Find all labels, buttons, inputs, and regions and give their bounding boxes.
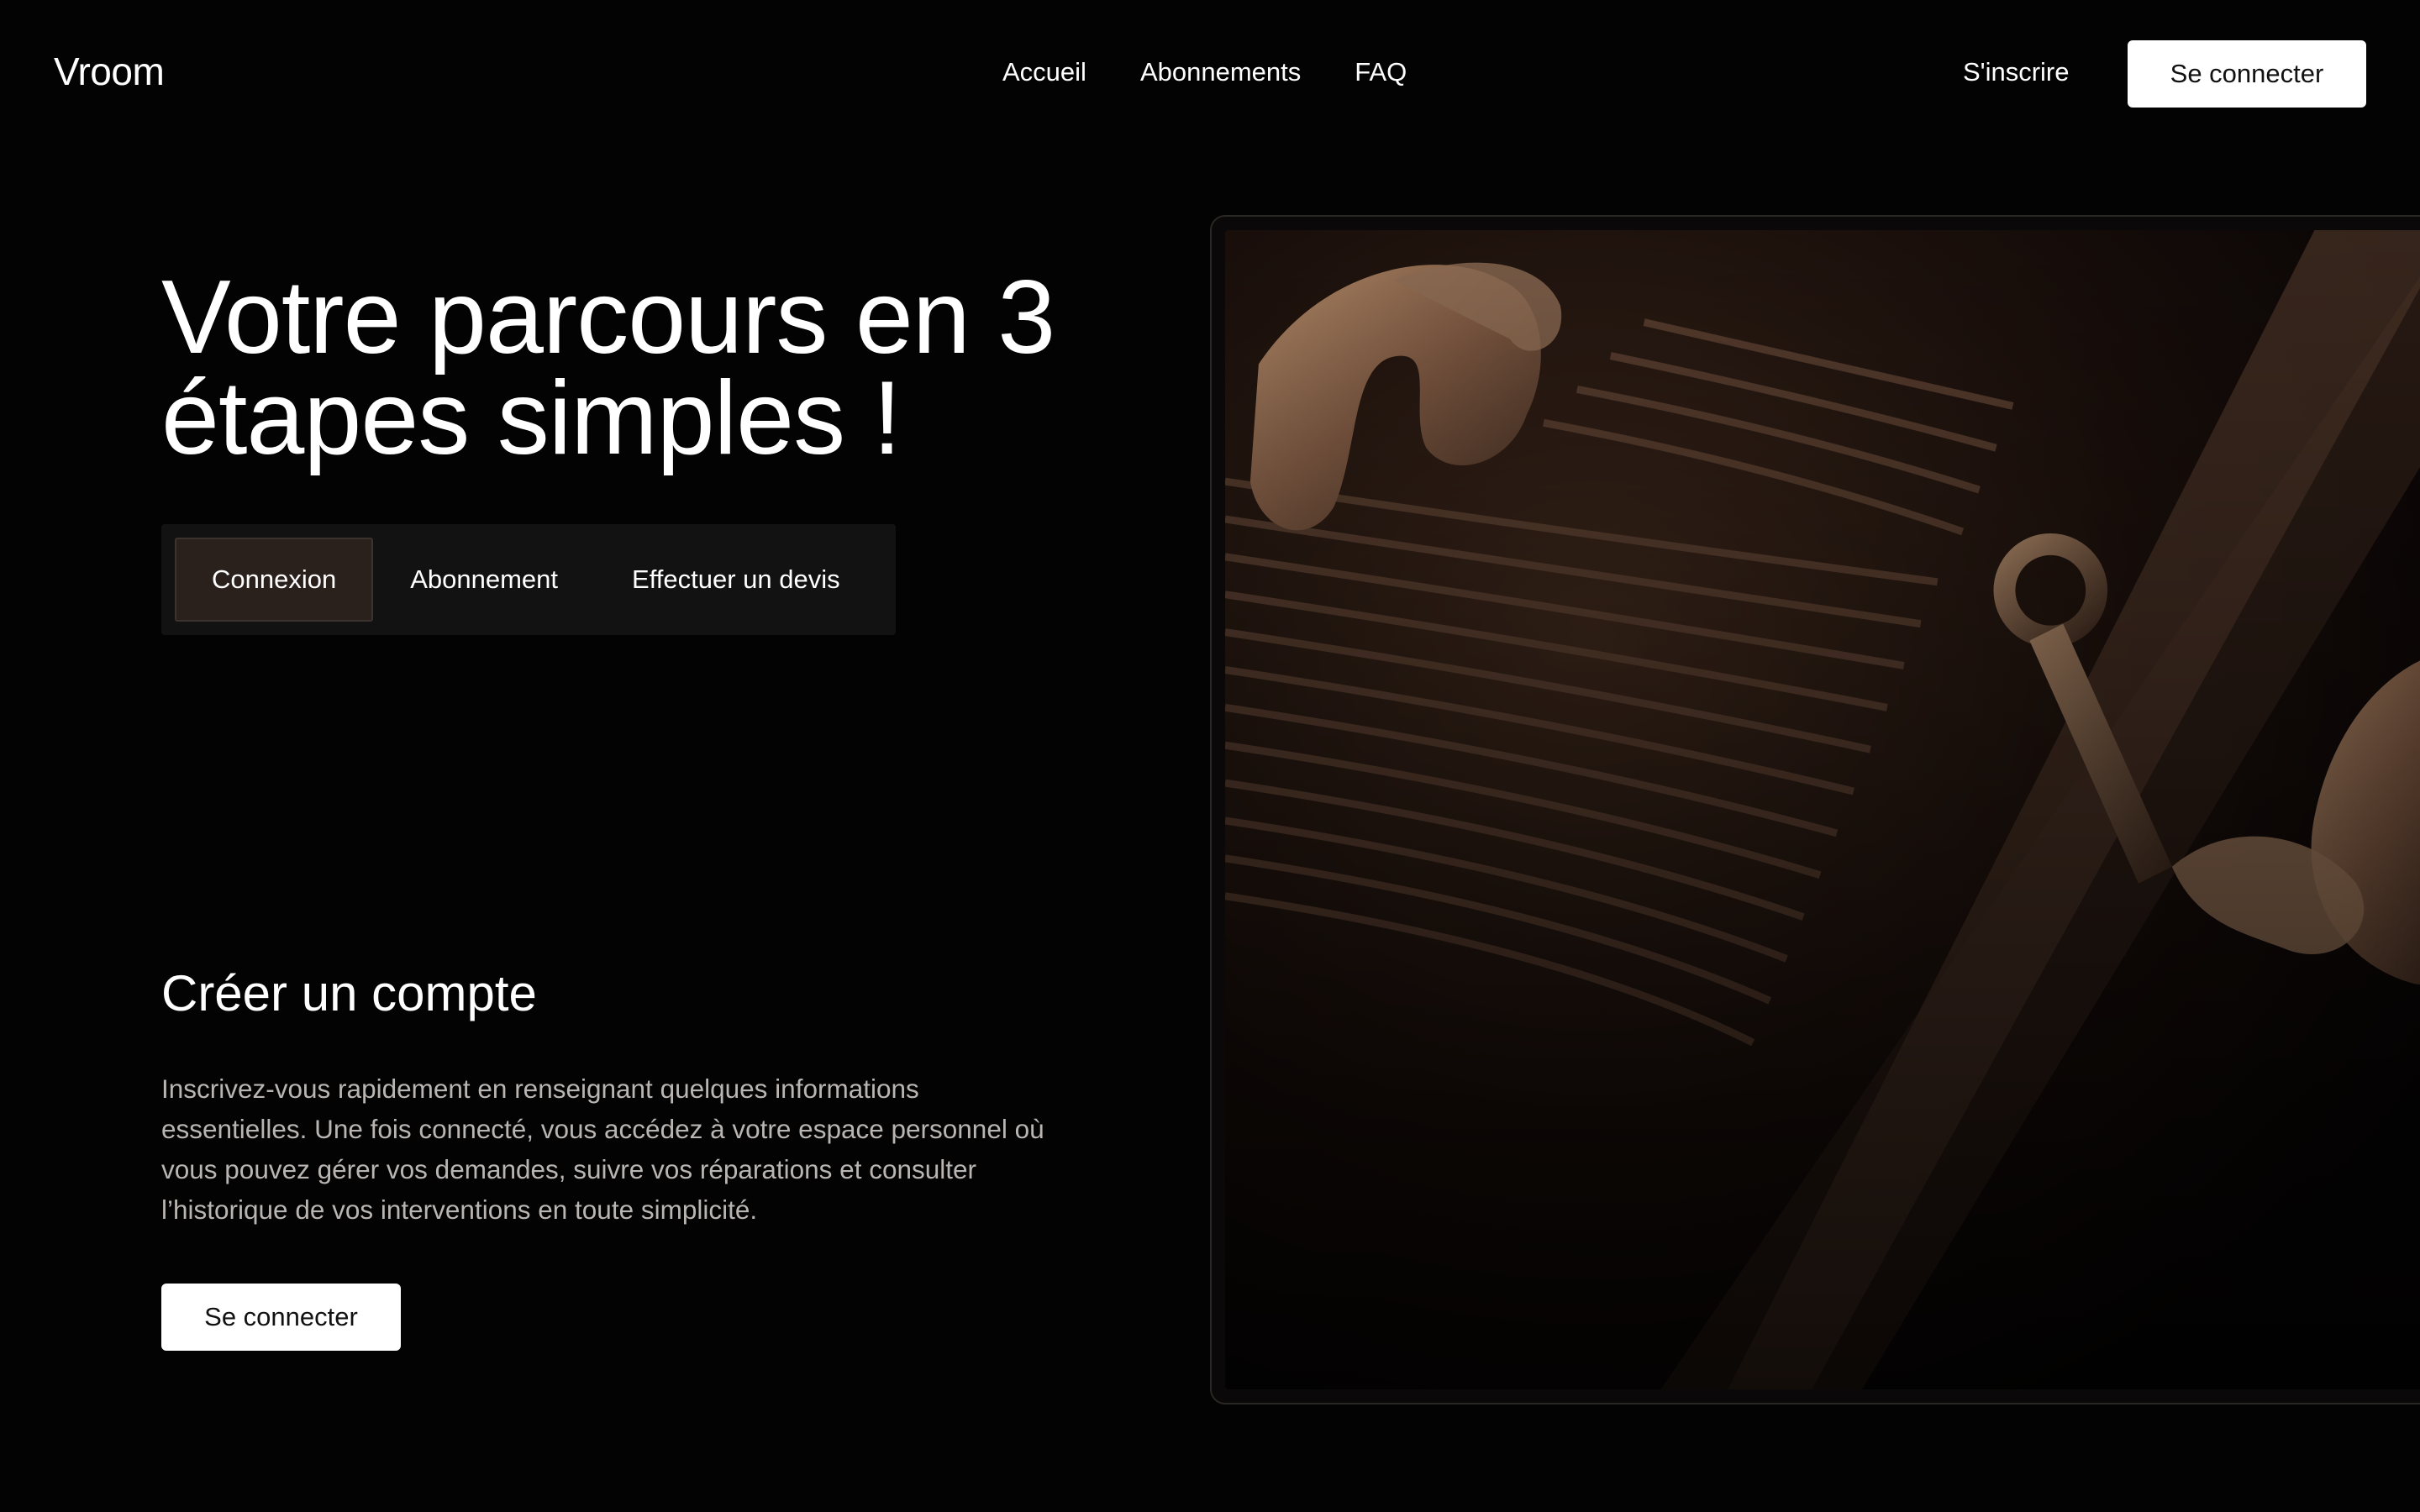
mechanic-photo-illustration <box>1225 230 2420 1389</box>
tab-effectuer-devis[interactable]: Effectuer un devis <box>595 538 877 622</box>
section-title: Créer un compte <box>161 965 537 1021</box>
logo[interactable]: Vroom <box>54 49 165 94</box>
hero-image-frame <box>1210 215 2420 1404</box>
nav-link-faq[interactable]: FAQ <box>1355 57 1407 87</box>
main-nav: Accueil Abonnements FAQ <box>1002 57 1407 87</box>
header-login-button[interactable]: Se connecter <box>2128 40 2366 108</box>
section-description: Inscrivez-vous rapidement en renseignant… <box>161 1074 1044 1225</box>
login-cta-button[interactable]: Se connecter <box>161 1284 401 1351</box>
nav-link-accueil[interactable]: Accueil <box>1002 57 1086 87</box>
tab-connexion[interactable]: Connexion <box>175 538 374 622</box>
steps-tab-bar: Connexion Abonnement Effectuer un devis <box>161 524 896 635</box>
page: Vroom Accueil Abonnements FAQ S'inscrire… <box>0 0 2420 1512</box>
nav-link-abonnements[interactable]: Abonnements <box>1140 57 1301 87</box>
mechanic-photo <box>1225 230 2420 1389</box>
signup-link[interactable]: S'inscrire <box>1963 57 2070 87</box>
tab-abonnement[interactable]: Abonnement <box>373 538 595 622</box>
hero-title: Votre parcours en 3 étapes simples ! <box>161 260 1055 476</box>
